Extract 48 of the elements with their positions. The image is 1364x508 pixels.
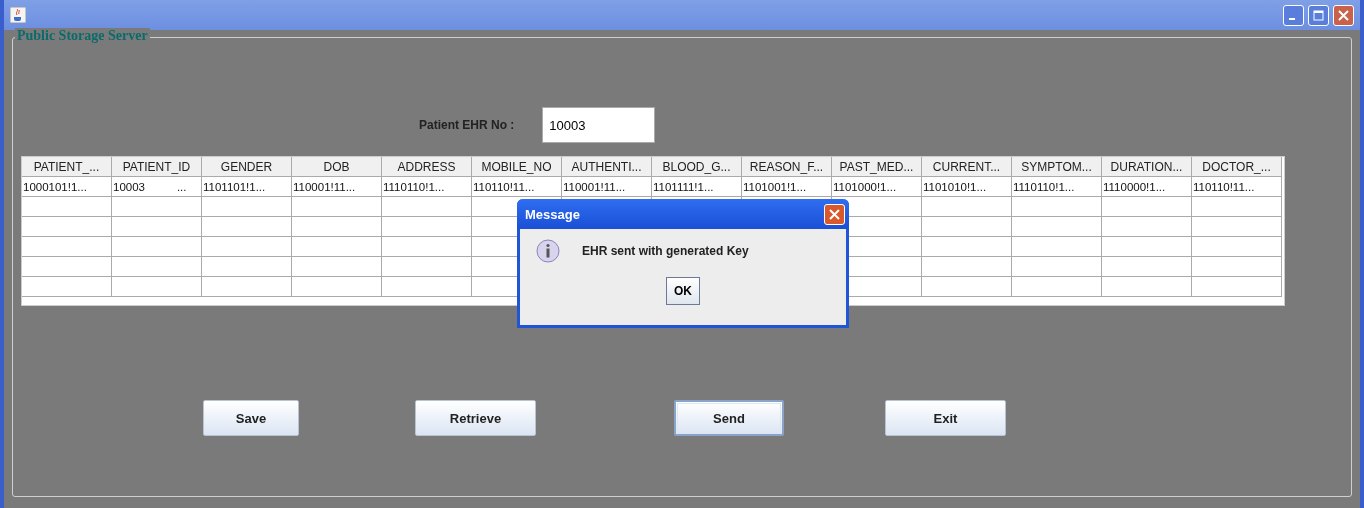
table-cell: 1110000!1... bbox=[1102, 177, 1192, 197]
close-icon bbox=[829, 208, 840, 220]
column-header[interactable]: AUTHENTI... bbox=[562, 157, 652, 177]
dialog-title: Message bbox=[525, 206, 580, 222]
column-header[interactable]: BLOOD_G... bbox=[652, 157, 742, 177]
column-header[interactable]: ADDRESS bbox=[382, 157, 472, 177]
close-icon bbox=[1338, 9, 1349, 21]
info-icon bbox=[536, 239, 560, 263]
table-cell: 1101001!1... bbox=[742, 177, 832, 197]
table-cell: 1000101!1... bbox=[22, 177, 112, 197]
table-cell: 1110110!1... bbox=[1012, 177, 1102, 197]
column-header[interactable]: PATIENT_ID bbox=[112, 157, 202, 177]
column-header[interactable]: GENDER bbox=[202, 157, 292, 177]
dialog-message: EHR sent with generated Key bbox=[582, 244, 749, 258]
maximize-icon bbox=[1313, 9, 1324, 21]
java-cup-icon bbox=[10, 7, 26, 23]
table-cell: 1110110!1... bbox=[382, 177, 472, 197]
close-button[interactable] bbox=[1333, 4, 1354, 26]
column-header[interactable]: PATIENT_... bbox=[22, 157, 112, 177]
table-cell: 110001!11... bbox=[292, 177, 382, 197]
column-header[interactable]: DOCTOR_... bbox=[1192, 157, 1282, 177]
maximize-button[interactable] bbox=[1308, 4, 1329, 26]
ehr-number-field[interactable]: 10003 bbox=[542, 107, 656, 143]
minimize-button[interactable] bbox=[1283, 4, 1304, 26]
table-cell: 110001!11... bbox=[562, 177, 652, 197]
ok-button[interactable]: OK bbox=[666, 277, 700, 305]
table-cell: 1101111!1... bbox=[652, 177, 742, 197]
table-cell: 1101101!1... bbox=[202, 177, 292, 197]
table-cell: 110110!11... bbox=[1192, 177, 1282, 197]
table-cell: 1101010!1... bbox=[922, 177, 1012, 197]
table-cell: 110110!11... bbox=[472, 177, 562, 197]
field-label: Patient EHR No : bbox=[419, 118, 515, 132]
column-header[interactable]: MOBILE_NO bbox=[472, 157, 562, 177]
column-header[interactable]: SYMPTOM... bbox=[1012, 157, 1102, 177]
column-header[interactable]: CURRENT... bbox=[922, 157, 1012, 177]
table-cell: 10003 ... bbox=[112, 177, 202, 197]
table-cell: 1101000!1... bbox=[832, 177, 922, 197]
column-header[interactable]: REASON_F... bbox=[742, 157, 832, 177]
column-header[interactable]: PAST_MED... bbox=[832, 157, 922, 177]
action-button[interactable]: Save bbox=[203, 400, 299, 436]
close-button[interactable] bbox=[824, 203, 845, 225]
panel-title: Public Storage Server bbox=[15, 28, 150, 44]
action-button[interactable]: Retrieve bbox=[415, 400, 536, 436]
action-button[interactable]: Send bbox=[674, 400, 784, 436]
action-button[interactable]: Exit bbox=[885, 400, 1006, 436]
column-header[interactable]: DURATION... bbox=[1102, 157, 1192, 177]
column-header[interactable]: DOB bbox=[292, 157, 382, 177]
minimize-icon bbox=[1289, 17, 1295, 20]
